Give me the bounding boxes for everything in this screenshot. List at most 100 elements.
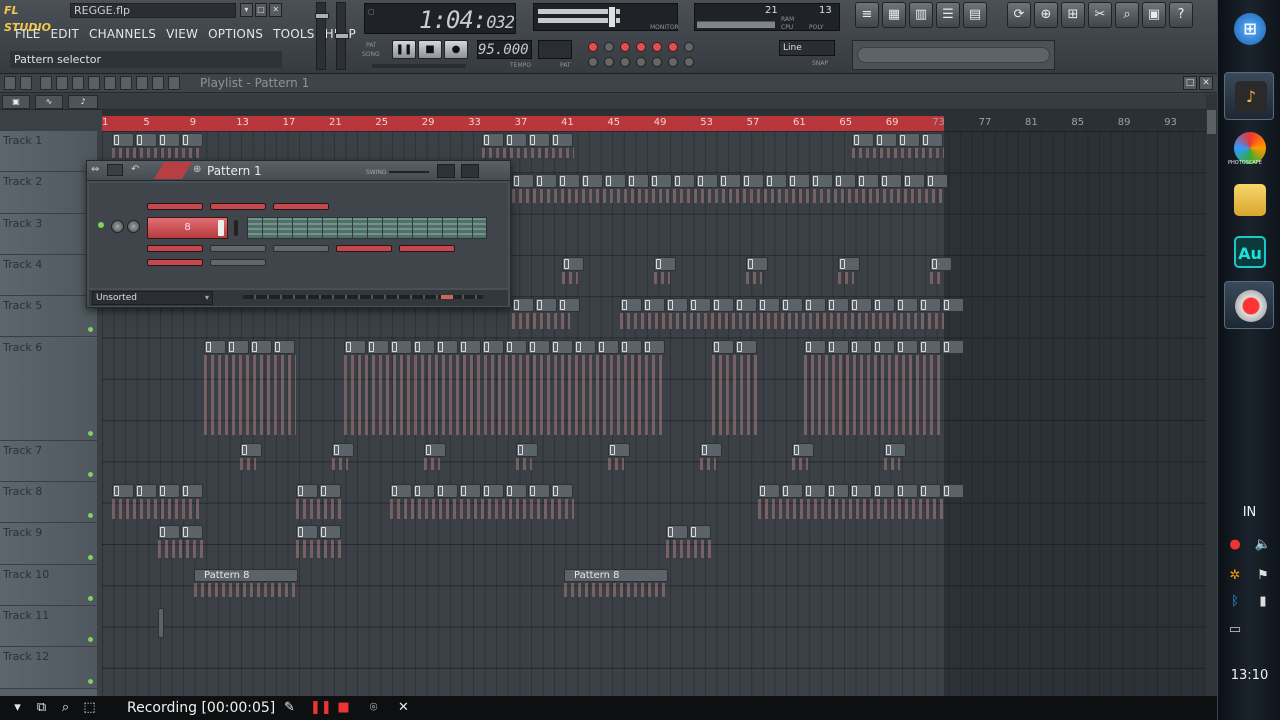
pattern-clip[interactable]: [319, 525, 341, 540]
track-mute-led[interactable]: [88, 595, 93, 601]
step-sequencer-icon[interactable]: ▦: [882, 2, 906, 28]
maximize-button[interactable]: □: [254, 3, 268, 17]
tab-pattern-view[interactable]: ▣: [2, 95, 30, 109]
pattern-clip[interactable]: [643, 339, 665, 354]
track-header[interactable]: Track 9: [0, 523, 97, 565]
pattern-clip[interactable]: [558, 174, 580, 189]
channel-pad[interactable]: [210, 203, 266, 210]
track-mute-led[interactable]: [88, 637, 93, 643]
pattern-clip[interactable]: [319, 484, 341, 499]
pattern-clip[interactable]: [482, 133, 504, 147]
mute-tool-icon[interactable]: [88, 76, 100, 90]
pattern-clip[interactable]: [413, 339, 435, 354]
track-name[interactable]: Track 1: [3, 134, 42, 147]
track-header[interactable]: Track 6: [0, 337, 97, 441]
taskbar-recorder[interactable]: [1224, 281, 1274, 329]
led-e[interactable]: [652, 57, 662, 67]
pattern-clip[interactable]: [827, 298, 849, 313]
track-header[interactable]: Track 11: [0, 605, 97, 648]
pattern-clip[interactable]: [459, 339, 481, 354]
stop-button[interactable]: ■: [418, 40, 442, 59]
pattern-clip[interactable]: [765, 174, 787, 189]
pattern-clip[interactable]: [758, 298, 780, 313]
bluetooth-icon[interactable]: ᛒ: [1226, 594, 1244, 610]
channel-pad[interactable]: [210, 259, 266, 266]
pattern-clip[interactable]: [689, 298, 711, 313]
channel-rack-titlebar[interactable]: ⇔ ↶ ⊕ Pattern 1 SWING: [87, 161, 510, 181]
start-button[interactable]: ⊞: [1224, 5, 1274, 53]
select-tool-icon[interactable]: [136, 76, 148, 90]
led-metronome[interactable]: [588, 42, 598, 52]
track-mute-led[interactable]: [88, 513, 93, 519]
pattern-8-clip[interactable]: Pattern 8: [194, 568, 298, 582]
pattern-clip[interactable]: [930, 256, 952, 271]
pattern-clip[interactable]: [804, 339, 826, 354]
menu-edit[interactable]: EDIT: [46, 24, 85, 44]
pattern-clip[interactable]: [240, 442, 262, 457]
menu-view[interactable]: VIEW: [161, 24, 203, 44]
pattern-clip[interactable]: [735, 298, 757, 313]
playlist-menu-icon[interactable]: [4, 76, 16, 90]
pattern-clip[interactable]: [413, 484, 435, 499]
track-mute-led[interactable]: [88, 554, 93, 560]
track-mute-led[interactable]: [88, 472, 93, 478]
track-header[interactable]: Track 8: [0, 482, 97, 524]
pattern-clip[interactable]: [689, 525, 711, 540]
pattern-clip[interactable]: [551, 133, 573, 147]
region-select-icon[interactable]: ⬚: [82, 700, 97, 715]
led-loop[interactable]: [668, 42, 678, 52]
pattern-clip[interactable]: [919, 484, 941, 499]
pattern-clip[interactable]: [742, 174, 764, 189]
channel-pad[interactable]: [273, 245, 329, 252]
language-indicator[interactable]: IN: [1218, 505, 1280, 520]
song-mode-label[interactable]: SONG: [362, 51, 380, 58]
channel-pad[interactable]: [147, 259, 203, 266]
pattern-clip[interactable]: [135, 133, 157, 147]
zoom-icon[interactable]: ⌕: [58, 700, 73, 715]
track-header[interactable]: Track 1: [0, 131, 97, 173]
channel-pad[interactable]: [336, 245, 392, 252]
pattern-clip[interactable]: [535, 298, 557, 313]
pattern-clip[interactable]: [896, 298, 918, 313]
pattern-clip[interactable]: [424, 442, 446, 457]
pattern-clip[interactable]: [838, 256, 860, 271]
channel-pad[interactable]: [399, 245, 455, 252]
pattern-clip[interactable]: [896, 339, 918, 354]
pattern-clip[interactable]: [558, 298, 580, 313]
led-countdown[interactable]: [620, 42, 630, 52]
master-pitch-bar[interactable]: [372, 64, 466, 68]
track-mute-led[interactable]: [88, 678, 93, 684]
tab-automation-view[interactable]: ∿: [35, 95, 63, 109]
pattern-clip[interactable]: [390, 339, 412, 354]
network-icon[interactable]: ▭: [1226, 622, 1244, 638]
pattern-clip[interactable]: [875, 133, 897, 147]
magnet-icon[interactable]: [20, 76, 32, 90]
track-header[interactable]: Track 12: [0, 647, 97, 689]
help-icon[interactable]: ?: [1169, 2, 1193, 28]
pattern-clip[interactable]: [873, 298, 895, 313]
rack-undo-icon[interactable]: ↶: [131, 164, 139, 175]
led-step[interactable]: [636, 42, 646, 52]
pattern-clip[interactable]: [712, 298, 734, 313]
pattern-clip[interactable]: [181, 525, 203, 540]
record-tray-icon[interactable]: ●: [1226, 537, 1244, 553]
menu-file[interactable]: FILE: [10, 24, 46, 44]
led-wait[interactable]: [604, 42, 614, 52]
rack-pattern-icon[interactable]: [154, 162, 192, 179]
led-b[interactable]: [604, 57, 614, 67]
camera-icon[interactable]: ⌾: [366, 700, 381, 715]
tab-audio-view[interactable]: ♪: [68, 95, 98, 109]
pattern-clip[interactable]: [273, 339, 295, 354]
taskbar-audition[interactable]: Au: [1224, 228, 1274, 276]
pattern-clip[interactable]: [562, 256, 584, 271]
led-d[interactable]: [636, 57, 646, 67]
channel-volume-knob[interactable]: [111, 220, 124, 233]
pattern-clip[interactable]: [181, 484, 203, 499]
pattern-clip[interactable]: [926, 174, 948, 189]
pattern-clip[interactable]: [135, 484, 157, 499]
swing-slider[interactable]: [389, 171, 429, 173]
pattern-clip[interactable]: [250, 339, 272, 354]
track-header[interactable]: Track 3: [0, 213, 97, 255]
track-name[interactable]: Track 11: [3, 609, 49, 622]
track-header[interactable]: Track 10: [0, 564, 97, 606]
